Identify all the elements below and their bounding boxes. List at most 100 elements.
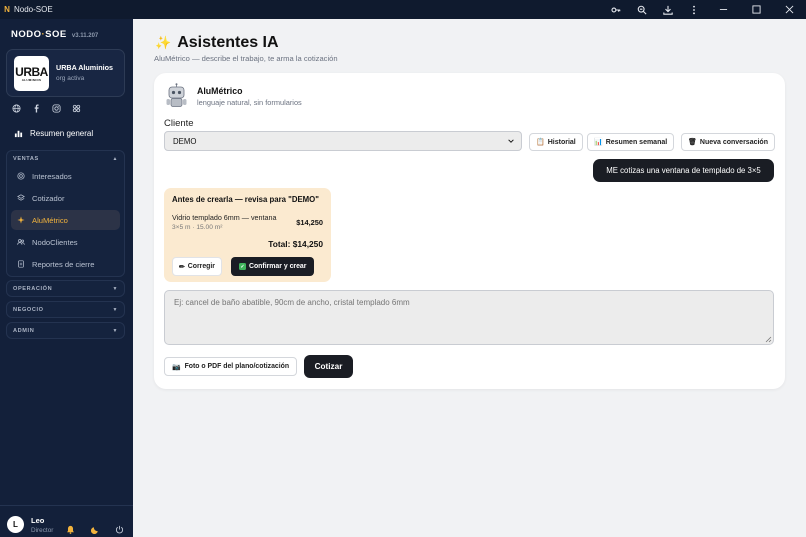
sidebar-item-nodoclientes[interactable]: NodoClientes: [11, 232, 120, 252]
weekly-summary-label: Resumen semanal: [605, 138, 668, 146]
page-title-text: Asistentes IA: [177, 34, 279, 51]
org-logo-sub: ALUMINIOS: [21, 77, 42, 82]
confirmation-card: Antes de crearla — revisa para "DEMO" Vi…: [164, 188, 331, 282]
org-name: URBA Aluminios: [56, 63, 113, 72]
sidebar-item-label: Interesados: [32, 171, 72, 181]
sidebar-item-label: Reportes de cierre: [32, 259, 95, 269]
total-amount: Total: $14,250: [268, 239, 323, 249]
sparkle-icon: [17, 216, 25, 224]
key-icon[interactable]: [603, 0, 629, 19]
client-select-value: DEMO: [173, 136, 197, 146]
layers-icon: [17, 194, 25, 201]
users-icon: [17, 239, 25, 245]
version-label: v3.11.207: [71, 33, 99, 39]
chevron-up-icon: ▲: [112, 155, 118, 162]
assistant-name: AluMétrico: [197, 86, 243, 96]
maximize-icon[interactable]: [740, 0, 773, 19]
close-icon[interactable]: [773, 0, 806, 19]
chart-icon: 📊: [594, 139, 603, 146]
section-negocio-label: NEGOCIO: [13, 306, 44, 313]
line-item-price: $14,250: [296, 218, 323, 227]
chevron-down-icon: ▼: [112, 285, 118, 292]
download-icon[interactable]: [655, 0, 681, 19]
chevron-down-icon: ▼: [112, 306, 118, 313]
user-bar: L Leo Director: [0, 505, 133, 537]
brand-left: NODO: [11, 29, 42, 40]
client-select[interactable]: DEMO: [164, 131, 522, 151]
zoom-icon[interactable]: [629, 0, 655, 19]
page-subtitle: AluMétrico — describe el trabajo, te arm…: [154, 54, 338, 63]
sidebar-item-alumetrico[interactable]: AluMétrico: [11, 210, 120, 230]
app-title: Nodo-SOE: [14, 5, 53, 14]
correct-button[interactable]: ✏ Corregir: [172, 257, 222, 276]
clipboard-icon: 📋: [536, 139, 545, 146]
minimize-icon[interactable]: [707, 0, 740, 19]
user-message-bubble: ME cotizas una ventana de templado de 3×…: [593, 159, 774, 182]
chevron-down-icon: [508, 139, 514, 143]
weekly-summary-button[interactable]: 📊 Resumen semanal: [587, 133, 675, 151]
nav-overview-label: Resumen general: [30, 129, 94, 138]
line-item-description: Vidrio templado 6mm — ventana: [172, 213, 277, 222]
instagram-icon[interactable]: [52, 104, 61, 113]
checkmark-icon: ✓: [239, 263, 246, 270]
org-status: org activa: [56, 75, 85, 82]
sidebar-item-cotizador[interactable]: Cotizador: [11, 188, 120, 208]
globe-icon[interactable]: [12, 104, 21, 113]
assistant-card: AluMétrico lenguaje natural, sin formula…: [154, 73, 785, 389]
title-bar: N Nodo-SOE: [0, 0, 806, 19]
section-ventas: VENTAS ▲ Interesados Cotizador AluMétric…: [6, 150, 125, 277]
target-icon: [17, 172, 25, 180]
brand-logo: NODO·SOE v3.11.207: [11, 29, 98, 40]
more-vertical-icon[interactable]: [681, 0, 707, 19]
section-operacion[interactable]: OPERACIÓN ▼: [6, 280, 125, 297]
pencil-icon: ✏: [179, 263, 185, 271]
quote-button[interactable]: Cotizar: [304, 355, 353, 378]
tiktok-icon[interactable]: [72, 104, 81, 113]
new-conversation-label: Nueva conversación: [699, 138, 768, 146]
power-icon[interactable]: [115, 521, 124, 534]
section-ventas-header[interactable]: VENTAS ▲: [7, 151, 124, 166]
resize-handle-icon[interactable]: [765, 336, 772, 343]
confirm-create-button[interactable]: ✓ Confirmar y crear: [231, 257, 315, 276]
user-name: Leo: [31, 516, 45, 525]
confirmation-title: Antes de crearla — revisa para "DEMO": [172, 195, 319, 204]
org-card[interactable]: URBA ALUMINIOS URBA Aluminios org activa: [6, 49, 125, 97]
sidebar-item-label: Cotizador: [32, 193, 65, 203]
correct-button-label: Corregir: [187, 263, 215, 270]
section-admin[interactable]: ADMIN ▼: [6, 322, 125, 339]
sidebar: NODO·SOE v3.11.207 URBA ALUMINIOS URBA A…: [0, 19, 133, 537]
sidebar-item-interesados[interactable]: Interesados: [11, 166, 120, 186]
new-conversation-button[interactable]: 🗑 Nueva conversación: [681, 133, 775, 151]
history-button-label: Historial: [547, 138, 576, 146]
section-negocio[interactable]: NEGOCIO ▼: [6, 301, 125, 318]
trash-icon: 🗑: [688, 139, 697, 146]
avatar[interactable]: L: [7, 516, 24, 533]
sidebar-item-label: NodoClientes: [32, 237, 78, 247]
history-button[interactable]: 📋 Historial: [529, 133, 583, 151]
message-input[interactable]: [164, 290, 774, 345]
nav-overview[interactable]: Resumen general: [14, 129, 93, 138]
upload-photo-label: Foto o PDF del plano/cotización: [184, 363, 290, 370]
social-links: [12, 104, 81, 113]
confirm-create-label: Confirmar y crear: [249, 263, 307, 270]
facebook-icon[interactable]: [32, 104, 41, 113]
sidebar-item-reportes[interactable]: Reportes de cierre: [11, 254, 120, 274]
moon-icon[interactable]: [90, 521, 100, 535]
page-title: ✨ Asistentes IA: [155, 34, 279, 52]
line-item-dimensions: 3×5 m · 15.00 m²: [172, 224, 223, 231]
user-role: Director: [31, 527, 54, 534]
chevron-down-icon: ▼: [112, 327, 118, 334]
sparkles-icon: ✨: [155, 35, 172, 50]
org-logo-text: URBA: [15, 64, 48, 79]
sidebar-item-label: AluMétrico: [32, 215, 68, 225]
assistant-description: lenguaje natural, sin formularios: [197, 98, 302, 107]
chart-icon: [14, 130, 23, 138]
camera-icon: 📷: [172, 363, 181, 371]
upload-photo-button[interactable]: 📷 Foto o PDF del plano/cotización: [164, 357, 298, 376]
client-label: Cliente: [164, 118, 194, 129]
section-admin-label: ADMIN: [13, 327, 35, 334]
app-logo-icon: N: [4, 5, 10, 14]
org-logo: URBA ALUMINIOS: [14, 56, 49, 91]
bell-icon[interactable]: [66, 521, 75, 534]
section-operacion-label: OPERACIÓN: [13, 285, 53, 292]
